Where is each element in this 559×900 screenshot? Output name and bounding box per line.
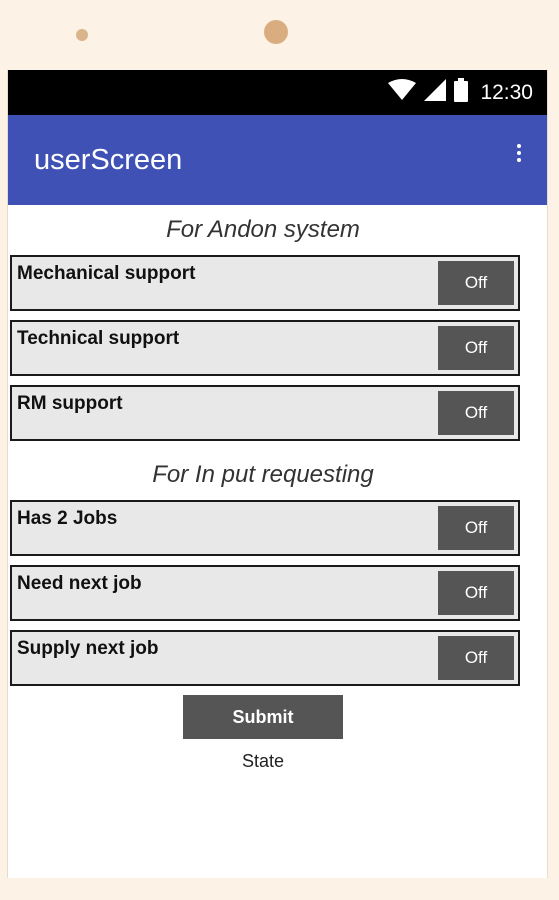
- device-screen: 12:30 userScreen For Andon system Mechan…: [7, 70, 548, 878]
- rm-support-toggle-button[interactable]: Off: [438, 391, 514, 435]
- wifi-icon: [388, 79, 417, 106]
- status-time: 12:30: [480, 80, 533, 104]
- row-label: Supply next job: [17, 638, 159, 659]
- front-camera: [264, 20, 288, 44]
- app-title: userScreen: [34, 143, 183, 176]
- app-bar: userScreen: [8, 115, 547, 205]
- row-mechanical-support: Mechanical support Off: [10, 255, 520, 311]
- row-need-next-job: Need next job Off: [10, 565, 520, 621]
- row-has-2-jobs: Has 2 Jobs Off: [10, 500, 520, 556]
- section-title-input-requesting: For In put requesting: [152, 461, 374, 488]
- row-technical-support: Technical support Off: [10, 320, 520, 376]
- status-bar: 12:30: [8, 70, 547, 115]
- cell-signal-icon: [424, 79, 447, 106]
- main-content: For Andon system Mechanical support Off …: [8, 205, 547, 772]
- submit-button[interactable]: Submit: [183, 695, 343, 739]
- section-title-andon: For Andon system: [166, 216, 360, 243]
- row-supply-next-job: Supply next job Off: [10, 630, 520, 686]
- row-label: Has 2 Jobs: [17, 508, 118, 529]
- submit-container: Submit: [8, 695, 518, 739]
- need-next-job-toggle-button[interactable]: Off: [438, 571, 514, 615]
- technical-support-toggle-button[interactable]: Off: [438, 326, 514, 370]
- row-rm-support: RM support Off: [10, 385, 520, 441]
- has-2-jobs-toggle-button[interactable]: Off: [438, 506, 514, 550]
- row-label: RM support: [17, 393, 123, 414]
- state-label: State: [241, 751, 285, 771]
- row-label: Mechanical support: [17, 263, 196, 284]
- supply-next-job-toggle-button[interactable]: Off: [438, 636, 514, 680]
- proximity-sensor: [76, 29, 88, 41]
- row-label: Need next job: [17, 573, 142, 594]
- overflow-menu-icon[interactable]: [511, 144, 527, 162]
- row-label: Technical support: [17, 328, 180, 349]
- battery-icon: [454, 78, 469, 107]
- mechanical-support-toggle-button[interactable]: Off: [438, 261, 514, 305]
- phone-frame: 12:30 userScreen For Andon system Mechan…: [0, 0, 559, 900]
